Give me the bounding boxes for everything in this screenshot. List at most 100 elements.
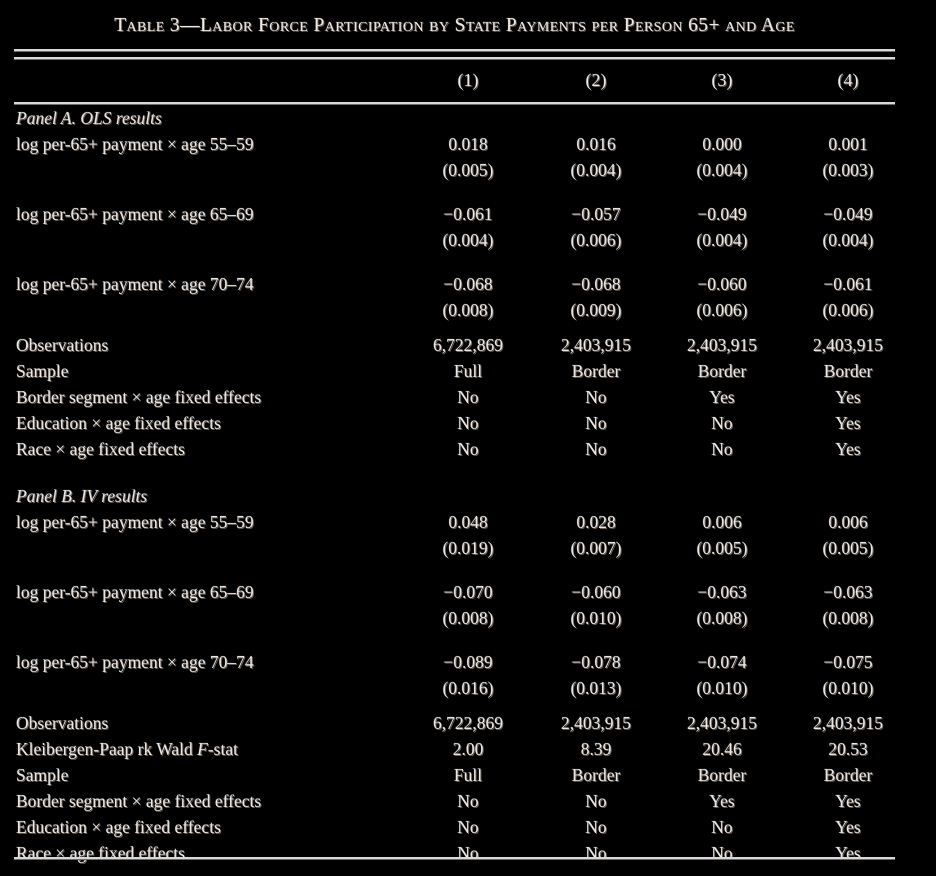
cell-value: 2,403,915 [813, 335, 883, 355]
cell-value: 2,403,915 [687, 335, 757, 355]
cell-value: Yes [835, 843, 861, 863]
cell-value: 20.53 [828, 739, 868, 759]
panel-b-heading-row: Panel B. IV results [14, 486, 895, 512]
cell-stderr: (0.005) [442, 160, 494, 180]
cell-value: −0.068 [571, 274, 621, 294]
cell-value: 0.018 [448, 134, 488, 154]
row-label-education-fe: Education × age fixed effects [16, 817, 221, 837]
cell-value: No [585, 387, 607, 407]
cell-value: No [457, 791, 479, 811]
table-row: Education × age fixed effects No No No Y… [14, 817, 895, 843]
cell-value: Yes [709, 791, 735, 811]
row-label-education-fe: Education × age fixed effects [16, 413, 221, 433]
table-row-stderr: (0.008) (0.010) (0.008) (0.008) [14, 608, 895, 635]
panel-a-heading: Panel A. OLS results [16, 108, 162, 128]
cell-value: 8.39 [580, 739, 612, 759]
row-label-observations: Observations [16, 713, 109, 733]
row-spacer [14, 187, 895, 204]
cell-value: −0.068 [443, 274, 493, 294]
cell-value: 0.001 [828, 134, 868, 154]
cell-value: −0.057 [571, 204, 621, 224]
table-row: Sample Full Border Border Border [14, 765, 895, 791]
cell-stderr: (0.010) [696, 678, 748, 698]
cell-value: No [457, 843, 479, 863]
cell-stderr: (0.006) [570, 230, 622, 250]
cell-value: Border [571, 361, 621, 381]
cell-stderr: (0.006) [696, 300, 748, 320]
table-body: Panel A. OLS results log per-65+ payment… [14, 108, 895, 869]
row-spacer [14, 257, 895, 274]
column-header-4: (4) [837, 70, 859, 90]
page-title: Table 3—Labor Force Participation by Sta… [114, 15, 795, 36]
cell-value: Yes [835, 413, 861, 433]
table-row: Education × age fixed effects No No No Y… [14, 413, 895, 439]
cell-value: −0.075 [823, 652, 873, 672]
kp-label-f-symbol: F [197, 739, 208, 759]
cell-value: No [585, 791, 607, 811]
table-row: Observations 6,722,869 2,403,915 2,403,9… [14, 335, 895, 361]
column-header-1: (1) [457, 70, 479, 90]
cell-value: 0.006 [702, 512, 742, 532]
table-row-stderr: (0.004) (0.006) (0.004) (0.004) [14, 230, 895, 257]
cell-stderr: (0.016) [442, 678, 494, 698]
cell-value: 2,403,915 [687, 713, 757, 733]
cell-value: No [457, 439, 479, 459]
panel-b-heading: Panel B. IV results [16, 486, 148, 506]
cell-stderr: (0.010) [570, 608, 622, 628]
row-label: log per-65+ payment × age 70–74 [16, 652, 254, 672]
row-label-race-fe: Race × age fixed effects [16, 843, 185, 863]
cell-stderr: (0.005) [696, 538, 748, 558]
cell-value: −0.060 [571, 582, 621, 602]
cell-value: Border [823, 361, 873, 381]
table-top-rule-lower [14, 57, 895, 59]
row-label: log per-65+ payment × age 65–69 [16, 204, 254, 224]
cell-value: No [457, 413, 479, 433]
table-row: Border segment × age fixed effects No No… [14, 791, 895, 817]
cell-value: 20.46 [702, 739, 742, 759]
table-row: Race × age fixed effects No No No Yes [14, 843, 895, 869]
cell-value: Yes [835, 791, 861, 811]
column-header-3: (3) [711, 70, 733, 90]
cell-value: −0.078 [571, 652, 621, 672]
table-row: Observations 6,722,869 2,403,915 2,403,9… [14, 713, 895, 739]
cell-value: 0.000 [702, 134, 742, 154]
cell-value: 0.028 [576, 512, 616, 532]
cell-value: No [711, 439, 733, 459]
cell-stderr: (0.008) [696, 608, 748, 628]
cell-value: 2,403,915 [561, 335, 631, 355]
cell-value: 0.048 [448, 512, 488, 532]
cell-value: Yes [709, 387, 735, 407]
cell-value: Border [571, 765, 621, 785]
table-row: Kleibergen-Paap rk Wald F-stat 2.00 8.39… [14, 739, 895, 765]
cell-value: 2,403,915 [561, 713, 631, 733]
cell-value: No [457, 817, 479, 837]
table-row: log per-65+ payment × age 55–59 0.048 0.… [14, 512, 895, 538]
table-row: log per-65+ payment × age 70–74 −0.068 −… [14, 274, 895, 300]
column-header-row: (1) (2) (3) (4) [14, 70, 895, 96]
row-label-sample: Sample [16, 361, 69, 381]
cell-value: −0.060 [697, 274, 747, 294]
table-row-stderr: (0.019) (0.007) (0.005) (0.005) [14, 538, 895, 565]
table-row: log per-65+ payment × age 65–69 −0.061 −… [14, 204, 895, 230]
row-label: log per-65+ payment × age 65–69 [16, 582, 254, 602]
table-row: Sample Full Border Border Border [14, 361, 895, 387]
row-spacer [14, 327, 895, 335]
table-row: log per-65+ payment × age 55–59 0.018 0.… [14, 134, 895, 160]
panel-spacer [14, 465, 895, 486]
table-row-stderr: (0.005) (0.004) (0.004) (0.003) [14, 160, 895, 187]
cell-value: −0.089 [443, 652, 493, 672]
cell-value: No [457, 387, 479, 407]
cell-value: 2.00 [452, 739, 484, 759]
cell-stderr: (0.004) [696, 160, 748, 180]
cell-value: No [711, 843, 733, 863]
row-label: log per-65+ payment × age 55–59 [16, 134, 254, 154]
cell-value: Full [453, 361, 483, 381]
cell-value: 0.006 [828, 512, 868, 532]
table-bottom-rule [14, 857, 895, 859]
table-top-rule-upper [14, 49, 895, 51]
cell-stderr: (0.004) [570, 160, 622, 180]
kp-label-prefix: Kleibergen-Paap rk Wald [16, 739, 198, 759]
cell-value: No [585, 439, 607, 459]
cell-value: No [711, 817, 733, 837]
cell-stderr: (0.008) [822, 608, 874, 628]
